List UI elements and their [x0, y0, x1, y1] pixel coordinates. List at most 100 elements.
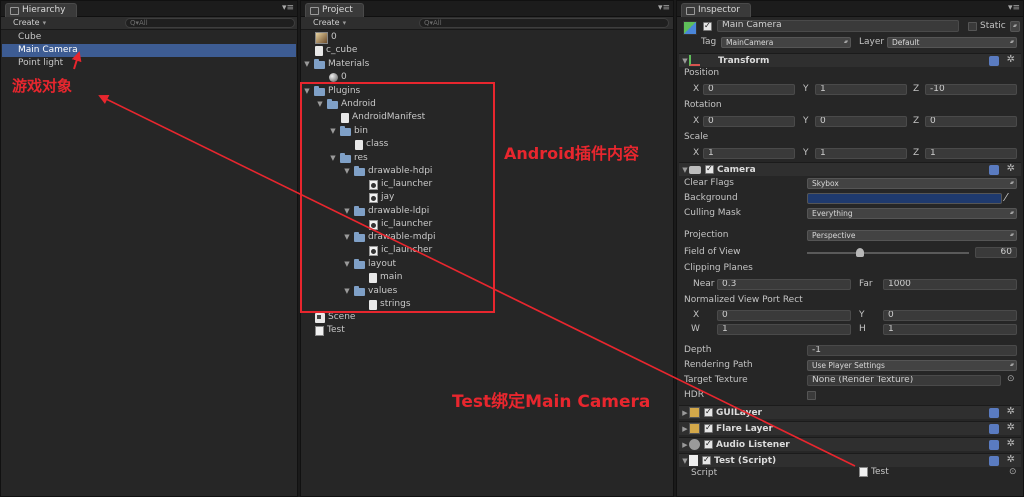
- help-book-icon[interactable]: [989, 165, 999, 175]
- static-checkbox[interactable]: [968, 22, 977, 31]
- tree-item-0[interactable]: 0: [315, 31, 337, 44]
- expand-arrow-icon[interactable]: ▼: [303, 58, 311, 71]
- help-book-icon[interactable]: [989, 424, 999, 434]
- help-book-icon[interactable]: [989, 440, 999, 450]
- tree-item-android[interactable]: ▼ Android: [316, 98, 376, 111]
- project-tab[interactable]: Project: [305, 3, 364, 17]
- position-y-field[interactable]: 1: [815, 84, 907, 95]
- panel-menu-icon[interactable]: ▾≡: [1008, 4, 1020, 13]
- object-picker-icon[interactable]: ⊙: [1009, 467, 1017, 477]
- tree-item-drawable-mdpi[interactable]: ▼ drawable-mdpi: [343, 231, 436, 244]
- expand-arrow-icon[interactable]: ▼: [681, 457, 689, 465]
- tree-item-c-cube[interactable]: c_cube: [315, 44, 357, 57]
- expand-arrow-icon[interactable]: ▼: [343, 285, 351, 298]
- flare-layer-enabled-checkbox[interactable]: [704, 423, 713, 433]
- inspector-tab[interactable]: Inspector: [681, 3, 751, 17]
- collapse-arrow-icon[interactable]: ▶: [681, 425, 689, 433]
- test-script-enabled-checkbox[interactable]: [702, 455, 711, 465]
- tree-item-bin[interactable]: ▼ bin: [329, 125, 368, 138]
- expand-arrow-icon[interactable]: ▼: [343, 231, 351, 244]
- background-color-swatch[interactable]: [807, 193, 1002, 204]
- object-name-field[interactable]: Main Camera: [717, 20, 959, 32]
- rotation-x-field[interactable]: 0: [703, 116, 795, 127]
- expand-arrow-icon[interactable]: ▼: [681, 57, 689, 65]
- collapse-arrow-icon[interactable]: ▶: [681, 441, 689, 449]
- active-checkbox[interactable]: [703, 21, 712, 31]
- tree-item-strings[interactable]: strings: [369, 298, 411, 311]
- tag-dropdown[interactable]: MainCamera: [721, 37, 851, 48]
- tree-item-test[interactable]: Test: [315, 324, 345, 337]
- expand-arrow-icon[interactable]: ▼: [343, 205, 351, 218]
- tree-item-scene[interactable]: Scene: [315, 311, 355, 324]
- viewport-w-field[interactable]: 1: [717, 324, 851, 335]
- fov-slider-track[interactable]: [807, 252, 969, 254]
- collapse-arrow-icon[interactable]: ▶: [681, 409, 689, 417]
- project-create-button[interactable]: Create: [313, 18, 346, 27]
- transform-header[interactable]: ▼ Transform ✲: [679, 53, 1021, 67]
- tree-item-class[interactable]: class: [355, 138, 388, 151]
- fov-value-field[interactable]: 60: [975, 247, 1017, 258]
- gear-icon[interactable]: ✲: [1007, 406, 1015, 417]
- panel-menu-icon[interactable]: ▾≡: [282, 4, 294, 13]
- help-book-icon[interactable]: [989, 56, 999, 66]
- expand-arrow-icon[interactable]: ▼: [329, 125, 337, 138]
- hierarchy-tab[interactable]: Hierarchy: [5, 3, 77, 17]
- depth-field[interactable]: -1: [807, 345, 1017, 356]
- static-dropdown[interactable]: [1010, 21, 1020, 32]
- expand-arrow-icon[interactable]: ▼: [343, 258, 351, 271]
- gear-icon[interactable]: ✲: [1007, 438, 1015, 449]
- hierarchy-item-point-light[interactable]: Point light: [2, 57, 296, 70]
- viewport-h-field[interactable]: 1: [883, 324, 1017, 335]
- expand-arrow-icon[interactable]: ▼: [329, 152, 337, 165]
- tree-item-material-0[interactable]: 0: [329, 71, 347, 84]
- expand-arrow-icon[interactable]: ▼: [681, 166, 689, 174]
- viewport-x-field[interactable]: 0: [717, 310, 851, 321]
- gui-layer-enabled-checkbox[interactable]: [704, 407, 713, 417]
- position-x-field[interactable]: 0: [703, 84, 795, 95]
- hdr-checkbox[interactable]: [807, 391, 816, 400]
- camera-header[interactable]: ▼ Camera ✲: [679, 162, 1021, 176]
- expand-arrow-icon[interactable]: ▼: [303, 85, 311, 98]
- gear-icon[interactable]: ✲: [1007, 454, 1015, 465]
- tree-item-ldpi-ic-launcher[interactable]: ic_launcher: [369, 218, 432, 231]
- flare-layer-header[interactable]: ▶ Flare Layer ✲: [679, 421, 1021, 435]
- help-book-icon[interactable]: [989, 408, 999, 418]
- scale-y-field[interactable]: 1: [815, 148, 907, 159]
- tree-item-main[interactable]: main: [369, 271, 403, 284]
- target-texture-field[interactable]: None (Render Texture): [807, 375, 1001, 386]
- tree-item-layout[interactable]: ▼ layout: [343, 258, 396, 271]
- expand-arrow-icon[interactable]: ▼: [343, 165, 351, 178]
- scale-x-field[interactable]: 1: [703, 148, 795, 159]
- tree-item-mdpi-ic-launcher[interactable]: ic_launcher: [369, 244, 432, 257]
- audio-listener-header[interactable]: ▶ Audio Listener ✲: [679, 437, 1021, 451]
- tree-item-drawable-ldpi[interactable]: ▼ drawable-ldpi: [343, 205, 429, 218]
- camera-enabled-checkbox[interactable]: [705, 164, 714, 174]
- gear-icon[interactable]: ✲: [1007, 54, 1015, 65]
- tree-item-hdpi-ic-launcher[interactable]: ic_launcher: [369, 178, 432, 191]
- culling-mask-dropdown[interactable]: Everything: [807, 208, 1017, 219]
- clear-flags-dropdown[interactable]: Skybox: [807, 178, 1017, 189]
- viewport-y-field[interactable]: 0: [883, 310, 1017, 321]
- test-script-header[interactable]: ▼ Test (Script) ✲: [679, 453, 1021, 467]
- tree-item-drawable-hdpi[interactable]: ▼ drawable-hdpi: [343, 165, 432, 178]
- tree-item-values[interactable]: ▼ values: [343, 285, 397, 298]
- hierarchy-search-input[interactable]: Q▾All: [125, 18, 295, 28]
- panel-menu-icon[interactable]: ▾≡: [658, 4, 670, 13]
- script-reference-field[interactable]: Test: [859, 467, 889, 477]
- project-search-input[interactable]: Q▾All: [419, 18, 669, 28]
- scale-z-field[interactable]: 1: [925, 148, 1017, 159]
- object-picker-icon[interactable]: ⊙: [1007, 374, 1015, 384]
- tree-item-android-manifest[interactable]: AndroidManifest: [341, 111, 425, 124]
- help-book-icon[interactable]: [989, 456, 999, 466]
- hierarchy-item-cube[interactable]: Cube: [2, 31, 296, 44]
- tree-item-hdpi-jay[interactable]: jay: [369, 191, 394, 204]
- position-z-field[interactable]: -10: [925, 84, 1017, 95]
- gear-icon[interactable]: ✲: [1007, 422, 1015, 433]
- eyedropper-icon[interactable]: ⁄: [1005, 191, 1007, 204]
- audio-listener-enabled-checkbox[interactable]: [704, 439, 713, 449]
- rendering-path-dropdown[interactable]: Use Player Settings: [807, 360, 1017, 371]
- fov-slider-thumb[interactable]: [856, 248, 865, 257]
- projection-dropdown[interactable]: Perspective: [807, 230, 1017, 241]
- expand-arrow-icon[interactable]: ▼: [316, 98, 324, 111]
- layer-dropdown[interactable]: Default: [887, 37, 1017, 48]
